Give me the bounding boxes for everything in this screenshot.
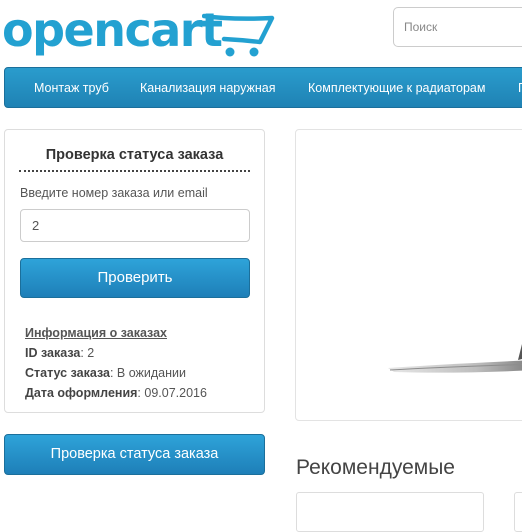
- check-button[interactable]: Проверить: [20, 258, 250, 298]
- search-input[interactable]: [393, 7, 522, 47]
- product-card[interactable]: [514, 492, 522, 532]
- product-card[interactable]: [296, 492, 484, 532]
- order-status-row: Статус заказа: В ожидании: [25, 366, 186, 380]
- opencart-logo[interactable]: opencart: [2, 3, 277, 62]
- featured-heading: Рекомендуемые: [296, 456, 455, 479]
- order-id-label: ID заказа: [25, 346, 81, 360]
- logo-text: opencart: [2, 3, 223, 57]
- nav-item-pipe-installation[interactable]: Монтаж труб: [34, 68, 109, 108]
- banner-slideshow[interactable]: [295, 129, 522, 421]
- panel-title: Проверка статуса заказа: [19, 147, 250, 172]
- order-status-link-button[interactable]: Проверка статуса заказа: [4, 434, 265, 475]
- nav-item-sewerage[interactable]: Канализация наружная: [140, 68, 275, 108]
- nav-item-truncated[interactable]: П: [518, 68, 522, 108]
- order-id-row: ID заказа: 2: [25, 346, 94, 360]
- order-date-row: Дата оформления: 09.07.2016: [25, 386, 207, 400]
- order-input-label: Введите номер заказа или email: [20, 186, 208, 200]
- order-number-input[interactable]: [20, 209, 250, 242]
- order-id-value: : 2: [80, 346, 95, 360]
- laptop-image: [388, 344, 522, 373]
- main-nav: Монтаж труб Канализация наружная Комплек…: [4, 67, 522, 108]
- order-info-heading: Информация о заказах: [25, 326, 168, 340]
- order-date-value: : 09.07.2016: [137, 386, 207, 400]
- order-status-panel: Проверка статуса заказа Введите номер за…: [4, 129, 265, 413]
- order-status-value: : В ожидании: [109, 366, 186, 380]
- cart-icon: [202, 13, 275, 57]
- order-date-label: Дата оформления: [25, 386, 138, 400]
- order-status-label: Статус заказа: [25, 366, 110, 380]
- nav-item-radiator-parts[interactable]: Комплектующие к радиаторам: [308, 68, 485, 108]
